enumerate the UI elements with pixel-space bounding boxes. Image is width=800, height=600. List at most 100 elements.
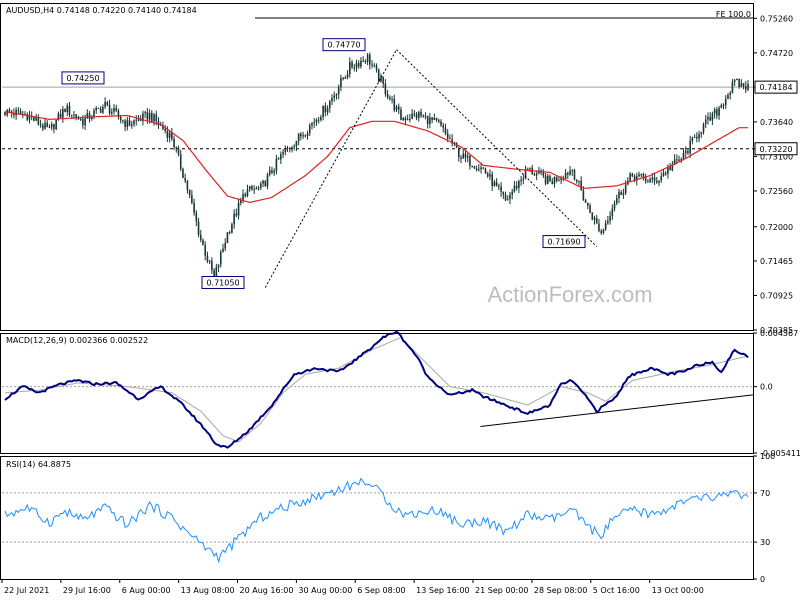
price-axis-label: 0.71465 bbox=[760, 257, 793, 266]
candle bbox=[124, 118, 126, 132]
candle bbox=[135, 115, 138, 126]
candle bbox=[484, 167, 487, 175]
candle bbox=[564, 169, 567, 179]
candle bbox=[578, 180, 580, 186]
candle bbox=[469, 154, 471, 170]
candle bbox=[333, 91, 336, 102]
candle bbox=[142, 110, 144, 126]
candle bbox=[409, 114, 411, 123]
candle bbox=[351, 59, 353, 70]
candle bbox=[313, 118, 316, 128]
candle bbox=[302, 131, 304, 139]
candle bbox=[433, 113, 436, 121]
candle bbox=[106, 100, 109, 107]
candle bbox=[580, 176, 582, 191]
candle bbox=[366, 53, 369, 66]
candle bbox=[486, 171, 489, 178]
candle bbox=[627, 177, 629, 186]
moving-average-line bbox=[4, 111, 748, 204]
candle bbox=[306, 130, 309, 140]
price-axis-label: 0.75260 bbox=[760, 14, 793, 23]
candle bbox=[571, 169, 574, 176]
candle bbox=[531, 164, 534, 175]
candle bbox=[493, 179, 496, 187]
time-axis-label: 6 Aug 00:00 bbox=[122, 586, 171, 595]
candle bbox=[26, 112, 29, 122]
candle bbox=[431, 117, 433, 124]
fib-projection-line bbox=[396, 49, 598, 247]
candle bbox=[304, 134, 307, 138]
candle bbox=[598, 218, 600, 233]
candle bbox=[647, 179, 649, 183]
time-axis-label: 6 Sep 08:00 bbox=[357, 586, 405, 595]
candle bbox=[335, 93, 338, 100]
candle bbox=[382, 76, 384, 88]
candle bbox=[255, 186, 258, 190]
candle bbox=[591, 212, 594, 221]
candle bbox=[115, 104, 118, 113]
candle bbox=[744, 81, 747, 94]
candle bbox=[713, 107, 716, 119]
candle bbox=[268, 166, 271, 177]
candle bbox=[731, 78, 734, 94]
candle bbox=[331, 94, 333, 106]
candle bbox=[704, 114, 707, 129]
candle bbox=[275, 154, 278, 175]
candle bbox=[177, 145, 180, 157]
candle bbox=[90, 115, 93, 121]
time-axis-label: 20 Aug 16:00 bbox=[240, 586, 294, 595]
forex-chart[interactable]: 0.752600.747200.741840.736400.732200.731… bbox=[0, 0, 800, 600]
candle bbox=[542, 169, 545, 179]
candle bbox=[130, 120, 133, 129]
candle bbox=[620, 190, 623, 196]
candle bbox=[44, 117, 46, 130]
candle bbox=[644, 173, 647, 184]
candle bbox=[451, 134, 453, 147]
price-axis-label: 0.73640 bbox=[760, 118, 793, 127]
candle bbox=[369, 52, 371, 70]
candle bbox=[240, 197, 242, 206]
time-axis: 22 Jul 2021 29 Jul 16:00 6 Aug 00:00 13 Aug… bbox=[1, 579, 704, 595]
candle bbox=[473, 165, 476, 169]
fib-label: FE 100.0 bbox=[716, 10, 751, 19]
candle bbox=[277, 157, 280, 160]
candle bbox=[678, 155, 680, 162]
candle bbox=[97, 107, 100, 110]
candle bbox=[168, 131, 171, 143]
candle bbox=[66, 103, 69, 117]
candle bbox=[558, 177, 560, 182]
candle bbox=[406, 114, 409, 121]
candle bbox=[191, 190, 193, 205]
macd-title: MACD(12,26,9) 0.002366 0.002522 bbox=[6, 336, 148, 345]
rsi-panel-frame bbox=[0, 456, 754, 580]
candle bbox=[184, 173, 186, 184]
candle bbox=[273, 168, 275, 176]
macd-axis-label: 0.004367 bbox=[760, 329, 798, 338]
candle bbox=[122, 119, 124, 124]
candle bbox=[108, 99, 111, 116]
candle bbox=[687, 149, 689, 155]
candle bbox=[295, 140, 298, 152]
candle bbox=[262, 179, 264, 188]
candle bbox=[113, 104, 115, 115]
candle bbox=[631, 172, 634, 178]
candle bbox=[444, 123, 447, 136]
price-axis-label: 0.72560 bbox=[760, 187, 793, 196]
candle bbox=[293, 144, 295, 151]
candle bbox=[602, 228, 605, 235]
candle bbox=[164, 124, 166, 134]
candle bbox=[226, 232, 229, 244]
candle bbox=[340, 74, 342, 92]
candle bbox=[437, 118, 440, 124]
candle bbox=[642, 172, 645, 181]
candle bbox=[522, 173, 525, 185]
candle bbox=[42, 122, 44, 132]
candle bbox=[424, 112, 427, 120]
candle bbox=[224, 238, 227, 251]
watermark: ActionForex.com bbox=[487, 282, 652, 307]
candle bbox=[384, 79, 387, 97]
candle bbox=[729, 91, 732, 100]
candle bbox=[655, 176, 658, 184]
candle bbox=[682, 148, 685, 160]
candle bbox=[716, 106, 718, 120]
